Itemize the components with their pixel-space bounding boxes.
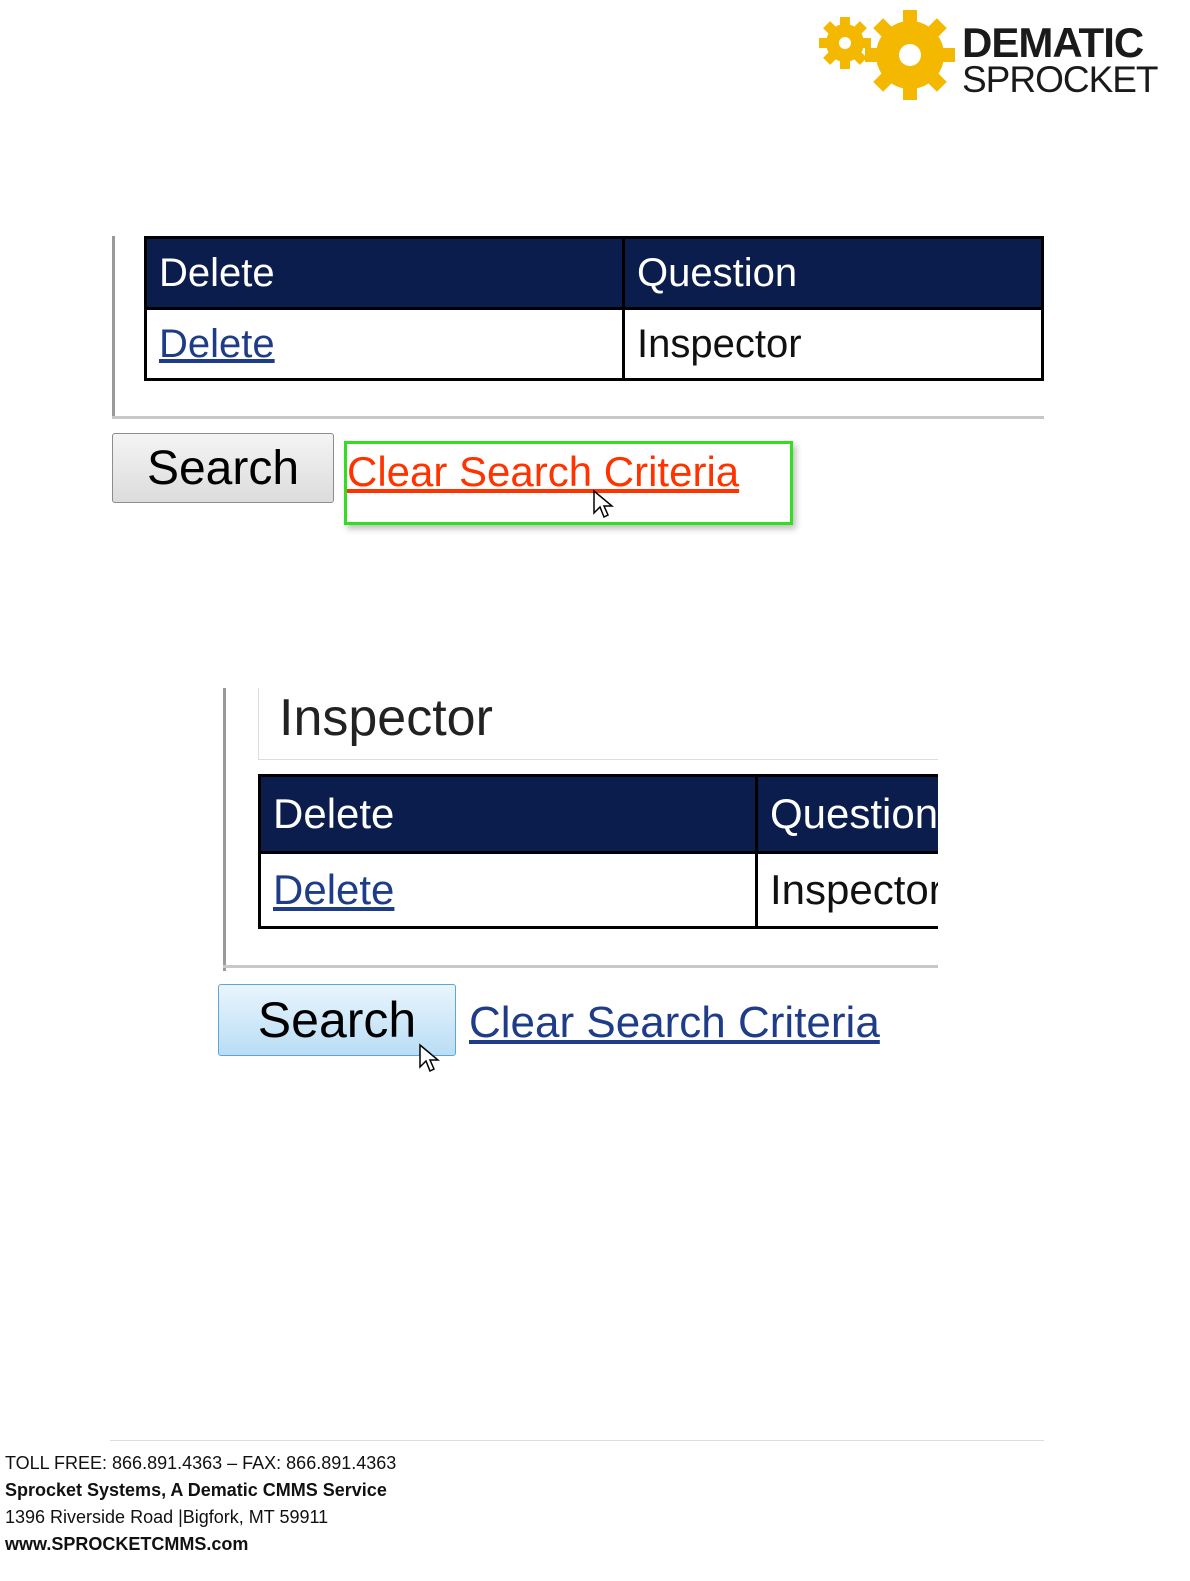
panel-bottom-border: [223, 965, 938, 968]
table-header-row: Delete Question: [258, 774, 938, 854]
clear-search-criteria-link[interactable]: Clear Search Criteria: [469, 998, 880, 1048]
screenshot-search-button-hover: Inspector Delete Question Delete Inspect…: [218, 688, 938, 1080]
mouse-pointer-icon: [419, 1043, 440, 1073]
logo-wordmark-dematic: DEMATIC: [962, 19, 1144, 66]
table-cell-delete: Delete: [144, 307, 625, 381]
delete-link[interactable]: Delete: [159, 322, 275, 366]
results-table: Delete Question Delete Inspector: [144, 236, 1044, 381]
results-table: Delete Question Delete Inspector: [258, 774, 938, 929]
panel-left-border: [112, 236, 115, 419]
table-cell-question: Inspector: [755, 851, 938, 929]
table-cell-question: Inspector: [622, 307, 1044, 381]
section-title: Inspector: [258, 688, 938, 760]
table-row: Delete Inspector: [258, 851, 938, 929]
column-header-question: Question: [755, 774, 938, 854]
footer-website: www.SPROCKETCMMS.com: [5, 1534, 249, 1554]
table-row: Delete Inspector: [144, 307, 1044, 381]
footer-divider: [110, 1440, 1044, 1441]
column-header-delete: Delete: [258, 774, 758, 854]
gears-icon: [819, 10, 955, 100]
column-header-delete: Delete: [144, 236, 625, 310]
results-table-viewport: Delete Question Delete Inspector: [258, 774, 938, 938]
column-header-question: Question: [622, 236, 1044, 310]
footer-company: Sprocket Systems, A Dematic CMMS Service: [5, 1480, 387, 1500]
mouse-pointer-icon: [593, 489, 614, 519]
logo-wordmark-sprocket: SPROCKET: [962, 59, 1159, 100]
search-button[interactable]: Search: [112, 433, 334, 503]
table-cell-delete: Delete: [258, 851, 758, 929]
table-header-row: Delete Question: [144, 236, 1044, 310]
footer: TOLL FREE: 866.891.4363 – FAX: 866.891.4…: [5, 1450, 396, 1558]
footer-address: 1396 Riverside Road |Bigfork, MT 59911: [5, 1507, 329, 1527]
panel-left-border: [223, 688, 226, 971]
dematic-sprocket-logo: DEMATIC SPROCKET: [815, 8, 1180, 103]
footer-phone-fax: TOLL FREE: 866.891.4363 – FAX: 866.891.4…: [5, 1453, 397, 1473]
delete-link[interactable]: Delete: [273, 866, 394, 913]
screenshot-clear-link-highlighted: Delete Question Delete Inspector Search …: [112, 236, 1044, 536]
panel-bottom-border: [112, 416, 1044, 419]
clear-search-criteria-link[interactable]: Clear Search Criteria: [347, 448, 739, 496]
